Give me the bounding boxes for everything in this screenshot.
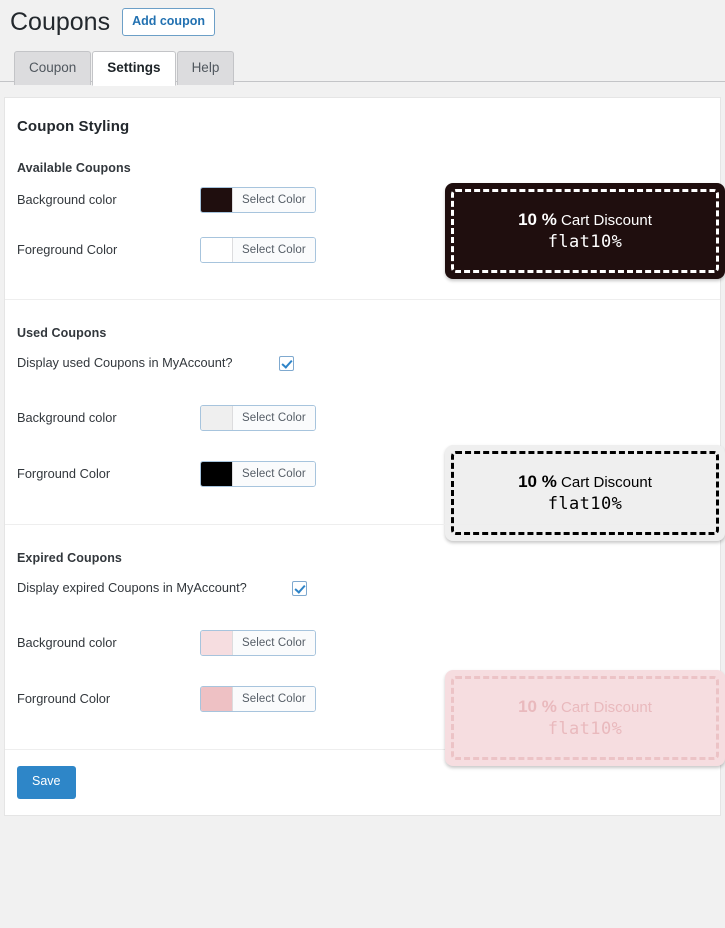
color-picker-expired-foreground[interactable]: Select Color [200,686,316,712]
section-heading-available: Available Coupons [17,161,131,175]
checkbox-display-expired-coupons[interactable] [292,580,307,596]
color-picker-available-foreground[interactable]: Select Color [200,237,316,263]
field-row-available-background: Background color Select Color [5,175,720,225]
add-coupon-button[interactable]: Add coupon [122,8,215,36]
select-color-label: Select Color [233,631,315,655]
color-swatch-available-background [201,188,233,212]
section-heading-expired: Expired Coupons [17,551,122,565]
field-row-expired-display: Display expired Coupons in MyAccount? [5,565,720,611]
color-picker-available-background[interactable]: Select Color [200,187,316,213]
tab-coupon[interactable]: Coupon [14,51,92,85]
section-used-coupons: Used Coupons Display used Coupons in MyA… [5,299,725,541]
save-button[interactable]: Save [17,766,76,799]
field-row-available-foreground: Foreground Color Select Color [5,225,720,275]
section-body-expired: Display expired Coupons in MyAccount? Ba… [5,565,725,766]
tab-settings[interactable]: Settings [92,51,176,86]
label-used-background: Background color [17,410,117,426]
section-body-used: Display used Coupons in MyAccount? Backg… [5,340,725,541]
section-available-coupons: Available Coupons Background color Selec… [5,135,725,299]
select-color-label: Select Color [233,462,315,486]
field-row-used-foreground: Forground Color Select Color [5,450,720,498]
color-swatch-available-foreground [201,238,233,262]
select-color-label: Select Color [233,687,315,711]
field-row-expired-foreground: Forground Color Select Color [5,675,720,723]
tab-help[interactable]: Help [176,51,235,85]
select-color-label: Select Color [233,188,315,212]
label-used-display: Display used Coupons in MyAccount? [17,355,233,371]
color-swatch-expired-foreground [201,687,233,711]
color-picker-used-foreground[interactable]: Select Color [200,461,316,487]
field-row-used-display: Display used Coupons in MyAccount? [5,340,720,386]
select-color-label: Select Color [233,238,315,262]
color-swatch-used-background [201,406,233,430]
page-header: Coupons Add coupon [0,0,725,36]
label-available-background: Background color [17,192,117,208]
checkbox-display-used-coupons[interactable] [279,355,294,371]
color-picker-used-background[interactable]: Select Color [200,405,316,431]
page-title: Coupons [10,8,111,36]
section-heading-used: Used Coupons [17,326,107,340]
tab-bar: Coupon Settings Help [0,46,725,86]
label-expired-display: Display expired Coupons in MyAccount? [17,580,247,596]
coupon-styling-panel: Coupon Styling Available Coupons Backgro… [4,97,725,816]
field-row-used-background: Background color Select Color [5,386,720,450]
label-used-foreground: Forground Color [17,466,111,482]
color-swatch-used-foreground [201,462,233,486]
label-available-foreground: Foreground Color [17,242,118,258]
section-expired-coupons: Expired Coupons Display expired Coupons … [5,524,725,766]
color-swatch-expired-background [201,631,233,655]
panel-title: Coupon Styling [17,118,130,135]
label-expired-foreground: Forground Color [17,691,111,707]
color-picker-expired-background[interactable]: Select Color [200,630,316,656]
label-expired-background: Background color [17,635,117,651]
select-color-label: Select Color [233,406,315,430]
field-row-expired-background: Background color Select Color [5,611,720,675]
section-body-available: Background color Select Color Foreground… [5,175,725,299]
